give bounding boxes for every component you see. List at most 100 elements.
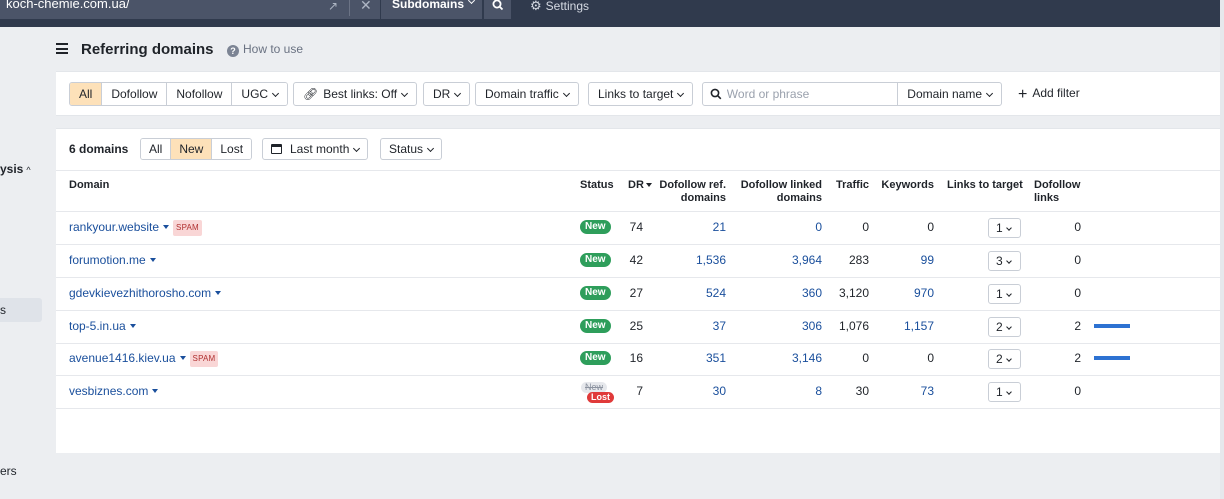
col-traffic[interactable]: Traffic — [826, 179, 869, 192]
menu-icon[interactable] — [56, 43, 68, 54]
url-text: koch-chemie.com.ua/ — [6, 0, 130, 11]
table-header: Domain Status DR Dofollow ref. domains Do… — [56, 170, 1224, 212]
filter-dofollow[interactable]: Dofollow — [102, 83, 168, 105]
filter-all[interactable]: All — [70, 83, 103, 105]
dofollow-ref-domains-value[interactable]: 30 — [666, 384, 726, 398]
chevron-down-icon[interactable] — [152, 389, 159, 393]
status-badge-new: New — [580, 319, 611, 333]
sidebar-item-active[interactable] — [0, 298, 42, 322]
domain-label: gdevkievezhithorosho.com — [69, 286, 212, 300]
spam-badge: SPAM — [189, 351, 219, 367]
tab-new[interactable]: New — [171, 139, 213, 159]
tab-all[interactable]: All — [141, 139, 172, 159]
table-row: top-5.in.ua New 25 37 306 1,076 1,157 2 2 — [56, 311, 1224, 344]
links-to-target-label: Links to target — [598, 87, 674, 101]
links-to-target-dropdown[interactable]: Links to target — [588, 82, 694, 106]
chevron-down-icon[interactable] — [163, 225, 170, 229]
scrollbar[interactable] — [1220, 0, 1224, 499]
settings-button[interactable]: ⚙ Settings — [530, 0, 589, 14]
col-links-to-target[interactable]: Links to target — [947, 179, 1023, 192]
ugc-label: UGC — [241, 87, 269, 101]
plus-icon: + — [1018, 86, 1028, 103]
keywords-value[interactable]: 1,157 — [876, 319, 934, 333]
mode-dropdown[interactable]: Subdomains — [381, 0, 482, 19]
domain-link[interactable]: rankyour.website SPAM — [69, 220, 202, 236]
tab-lost[interactable]: Lost — [212, 139, 252, 159]
keywords-value[interactable]: 73 — [876, 384, 934, 398]
chevron-down-icon[interactable] — [179, 356, 186, 360]
dofollow-ref-domains-value[interactable]: 21 — [666, 220, 726, 234]
col-dr-label: DR — [628, 179, 644, 191]
dofollow-ref-domains-value[interactable]: 524 — [666, 286, 726, 300]
best-links-dropdown[interactable]: 🔗︎ Best links: Off — [293, 82, 418, 106]
links-to-target-select[interactable]: 1 — [988, 284, 1021, 304]
search-box: Domain name — [702, 82, 1002, 106]
chevron-down-icon[interactable] — [215, 291, 222, 295]
col-dofollow-linked-domains[interactable]: Dofollow linked domains — [732, 179, 822, 205]
how-to-use-link[interactable]: ? How to use — [227, 42, 303, 57]
add-filter-label: Add filter — [1032, 86, 1080, 100]
domain-link[interactable]: top-5.in.ua — [69, 319, 136, 333]
keywords-value[interactable]: 99 — [876, 253, 934, 267]
filter-nofollow[interactable]: Nofollow — [167, 83, 233, 105]
search-input[interactable] — [726, 83, 898, 105]
dofollow-linked-domains-value[interactable]: 360 — [756, 286, 822, 300]
chevron-down-icon — [1005, 389, 1012, 395]
dofollow-links-value: 0 — [1074, 220, 1081, 234]
status-tabs: All New Lost — [140, 138, 253, 160]
dofollow-linked-domains-value[interactable]: 306 — [756, 319, 822, 333]
search-scope-dropdown[interactable]: Domain name — [897, 83, 1001, 105]
col-domain[interactable]: Domain — [69, 179, 109, 192]
col-status[interactable]: Status — [580, 179, 614, 192]
filter-ugc[interactable]: UGC — [232, 83, 288, 105]
add-filter-button[interactable]: + Add filter — [1018, 86, 1080, 104]
domain-link[interactable]: vesbiznes.com — [69, 384, 159, 398]
domain-link[interactable]: avenue1416.kiev.ua SPAM — [69, 351, 219, 367]
domain-label: forumotion.me — [69, 253, 146, 267]
status-dropdown[interactable]: Status — [380, 138, 443, 160]
links-to-target-select[interactable]: 3 — [988, 251, 1021, 271]
dofollow-linked-domains-value[interactable]: 3,146 — [756, 351, 822, 365]
chevron-down-icon[interactable] — [129, 324, 136, 328]
table-row: forumotion.me New 42 1,536 3,964 283 99 3 0 — [56, 245, 1224, 278]
col-keywords[interactable]: Keywords — [876, 179, 934, 192]
period-dropdown[interactable]: Last month — [262, 138, 369, 160]
sidebar-item-others[interactable]: ers — [0, 464, 17, 478]
table-row: vesbiznes.com New Lost 7 30 8 30 73 1 0 — [56, 376, 1224, 409]
search-button[interactable] — [484, 0, 511, 19]
links-to-target-select[interactable]: 2 — [988, 317, 1021, 337]
traffic-value: 0 — [862, 220, 869, 234]
dofollow-ref-domains-value[interactable]: 1,536 — [666, 253, 726, 267]
external-link-icon[interactable]: ↗ — [328, 0, 340, 12]
dofollow-ref-domains-value[interactable]: 37 — [666, 319, 726, 333]
dofollow-linked-domains-value[interactable]: 8 — [756, 384, 822, 398]
table-row: rankyour.website SPAM New 74 21 0 0 0 1 0 — [56, 212, 1224, 245]
dofollow-linked-domains-value[interactable]: 0 — [756, 220, 822, 234]
links-to-target-value: 1 — [996, 221, 1003, 235]
chevron-down-icon — [677, 89, 685, 98]
dofollow-linked-domains-value[interactable]: 3,964 — [756, 253, 822, 267]
col-dofollow-links[interactable]: Dofollow links — [1034, 179, 1080, 205]
dofollow-ref-domains-value[interactable]: 351 — [666, 351, 726, 365]
close-icon[interactable]: ✕ — [360, 0, 372, 12]
links-to-target-select[interactable]: 2 — [988, 349, 1021, 369]
status-badge-lost: Lost — [587, 392, 614, 403]
col-dofollow-ref-domains[interactable]: Dofollow ref. domains — [648, 179, 726, 205]
settings-label: Settings — [545, 0, 590, 13]
sidebar-item-site-analysis[interactable]: ysis ^ — [0, 162, 31, 176]
status-badge-new: New — [580, 253, 611, 267]
domain-traffic-dropdown[interactable]: Domain traffic — [475, 82, 579, 106]
domain-label: top-5.in.ua — [69, 319, 126, 333]
dr-dropdown[interactable]: DR — [423, 82, 471, 106]
col-label: Dofollow — [1034, 179, 1081, 191]
traffic-value: 3,120 — [838, 286, 869, 300]
domain-link[interactable]: forumotion.me — [69, 253, 156, 267]
links-to-target-value: 1 — [996, 385, 1003, 399]
keywords-value[interactable]: 970 — [876, 286, 934, 300]
links-to-target-select[interactable]: 1 — [988, 382, 1021, 402]
chevron-down-icon[interactable] — [149, 258, 156, 262]
links-to-target-select[interactable]: 1 — [988, 218, 1021, 238]
status-badge-new: New — [580, 286, 611, 300]
domain-link[interactable]: gdevkievezhithorosho.com — [69, 286, 222, 300]
url-input[interactable]: koch-chemie.com.ua/ ↗ ✕ — [0, 0, 380, 19]
